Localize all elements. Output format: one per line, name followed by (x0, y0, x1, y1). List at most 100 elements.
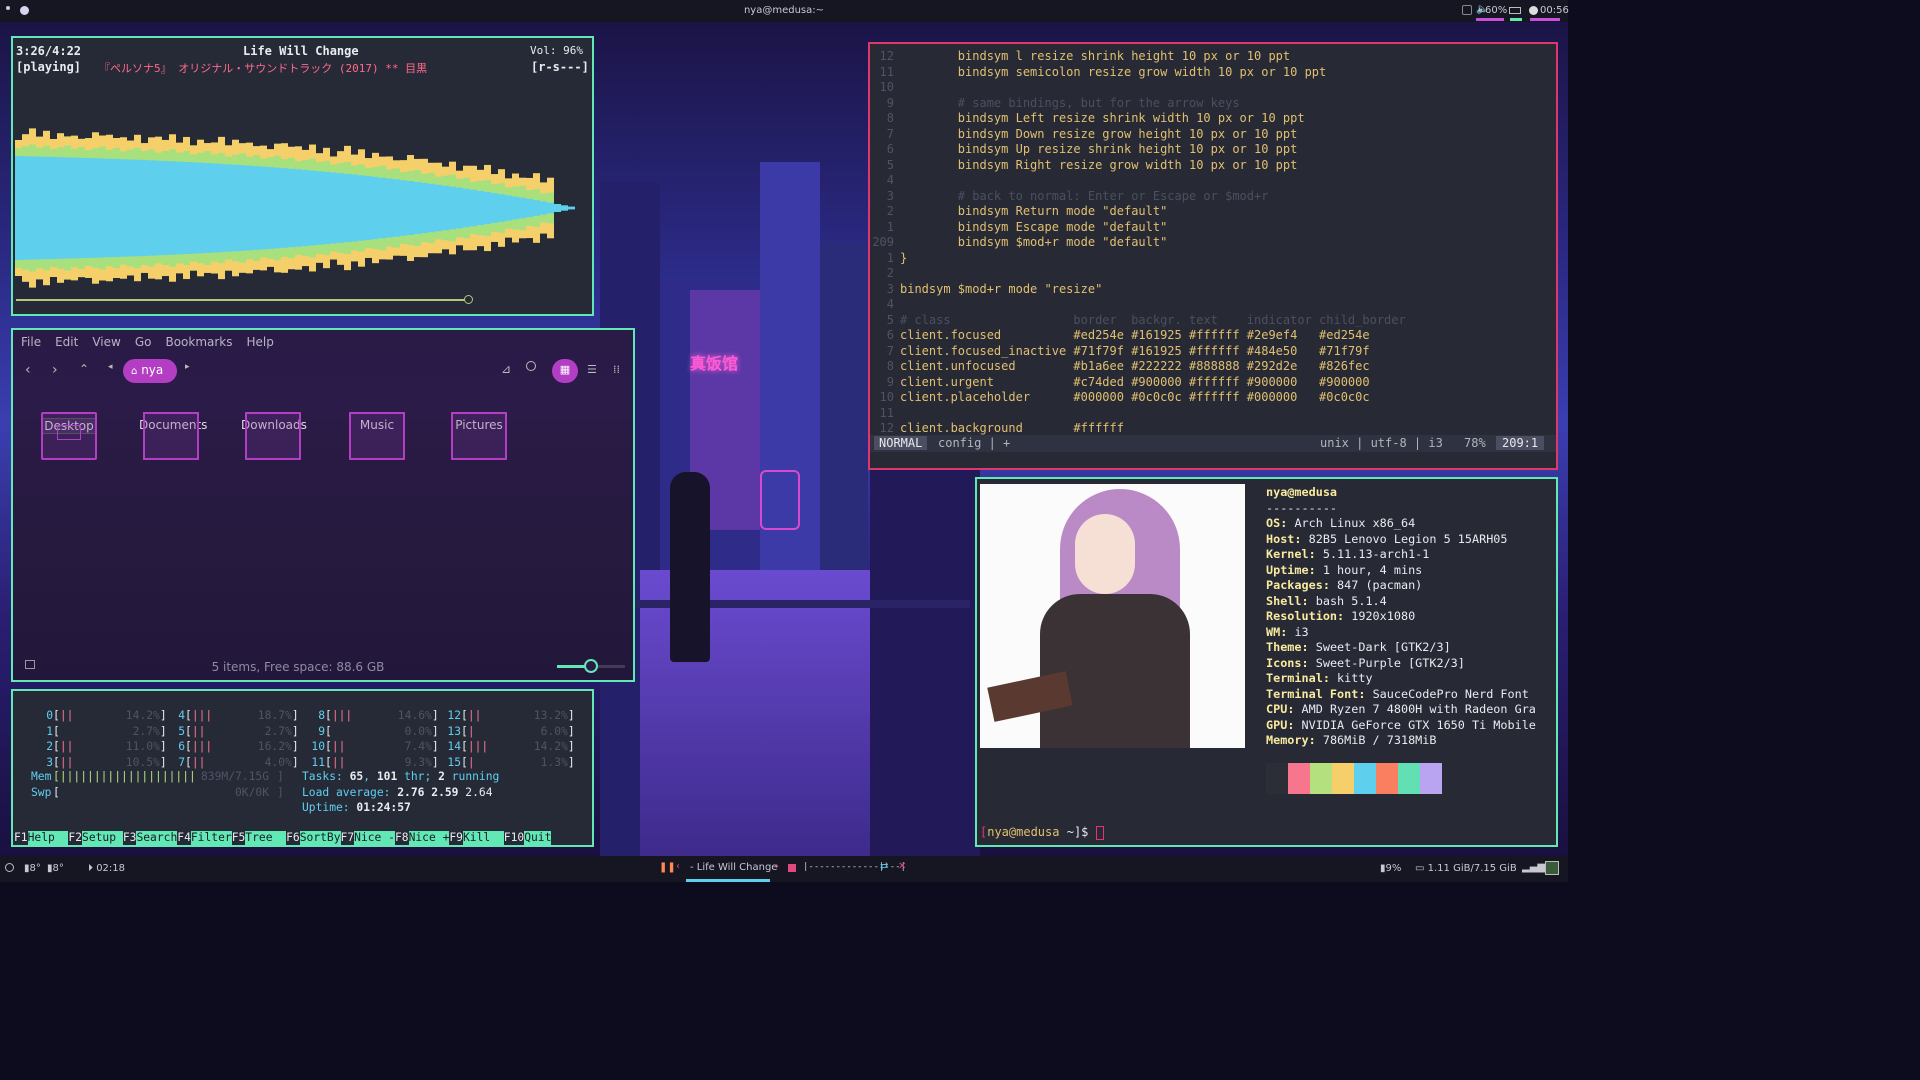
path-right-icon[interactable]: ▸ (185, 362, 190, 372)
info-row: CPU: AMD Ryzen 7 4800H with Radeon Gra (1266, 702, 1536, 716)
top-bar: nya@medusa:~ 🔈 60% 00:56 (0, 0, 1569, 22)
temp-a: ▮8° (24, 863, 41, 874)
folder-downloads[interactable]: Downloads (241, 412, 307, 460)
info-row: Host: 82B5 Lenovo Legion 5 15ARH05 (1266, 531, 1508, 546)
repeat-icon[interactable]: ⇄ (880, 861, 888, 872)
zoom-handle[interactable] (584, 659, 598, 673)
visualizer-bar (64, 157, 71, 259)
pause-icon[interactable]: ❚❚ (659, 862, 676, 873)
fkey-f4[interactable]: F4 Filter (177, 831, 232, 845)
power-icon[interactable] (5, 863, 14, 872)
cursor-position: 209:1 (1496, 436, 1545, 450)
fkey-f7[interactable]: F7 Nice - (341, 831, 395, 845)
visualizer-bar (400, 180, 407, 236)
list-view-icon[interactable]: ☰ (587, 363, 597, 376)
path-left-icon[interactable]: ◂ (108, 362, 113, 372)
visualizer-bar (512, 196, 519, 220)
visualizer-bar (22, 156, 29, 260)
bottom-bar: ▮8° ▮8° ⏵ 02:18 ❚❚ ‹ - Life Will Change … (0, 856, 1568, 882)
fkey-f2[interactable]: F2 Setup (68, 831, 123, 845)
fkey-f9[interactable]: F9 Kill (449, 831, 504, 845)
visualizer-bar (449, 186, 456, 230)
fkey-f3[interactable]: F3 Search (123, 831, 178, 845)
grid-view-icon[interactable]: ▦ (552, 359, 578, 383)
line-number: 10 (879, 80, 894, 94)
seek-handle[interactable] (464, 295, 473, 304)
htop-window[interactable]: 0[|| 14.2%] 1[2.7%] 2[|| 11.0%] 3[|| 10.5%] 4[|… (11, 689, 594, 847)
line-number: 7 (886, 126, 894, 141)
open-terminal-icon[interactable]: ⊿ (501, 362, 511, 376)
location-button[interactable]: ⌂ nya (123, 359, 177, 383)
fkey-f6[interactable]: F6 SortBy (286, 831, 341, 845)
line-number: 4 (886, 173, 894, 187)
fkey-f1[interactable]: F1 Help (14, 831, 69, 845)
info-row: Uptime: 1 hour, 4 mins (1266, 562, 1423, 577)
code-line: client.focused #ed254e #161925 #ffffff #… (900, 328, 1370, 342)
visualizer-bar (127, 159, 134, 257)
fkey-f5[interactable]: F5 Tree (232, 831, 287, 845)
menu-edit[interactable]: Edit (55, 335, 78, 349)
folder-pictures[interactable]: Pictures (451, 412, 507, 460)
folder-documents[interactable]: Documents (139, 412, 207, 460)
line-number: 2 (886, 266, 894, 280)
visualizer-bar (85, 158, 92, 258)
back-icon[interactable]: ‹ (25, 362, 31, 378)
visualizer-bar (15, 156, 22, 260)
visualizer-bar (463, 188, 470, 228)
cpu-meter: 13[| 6.0%] (447, 724, 575, 738)
color-palette (1266, 763, 1442, 794)
search-icon[interactable] (526, 361, 536, 371)
folder-music[interactable]: Music (349, 412, 405, 460)
menu-view[interactable]: View (92, 335, 120, 349)
visualizer-bar (421, 182, 428, 234)
home-icon: ⌂ (131, 366, 138, 377)
file-info: unix | utf-8 | i3 (1320, 436, 1443, 450)
cpu-meter: 1[2.7%] (46, 724, 167, 738)
code-line: } (900, 250, 908, 265)
visualizer-bar (407, 181, 414, 235)
next-icon[interactable]: › (775, 861, 779, 872)
menu-bar: File Edit View Go Bookmarks Help (21, 335, 274, 349)
volume-label: Vol: 96% (530, 44, 583, 57)
function-key-bar: F1 Help F2 Setup F3 Search F4 Filter F5 Tree F6… (14, 831, 592, 845)
menu-go[interactable]: Go (135, 335, 152, 349)
fkey-f8[interactable]: F8 Nice + (395, 831, 450, 845)
stop-icon[interactable] (788, 864, 796, 872)
info-row: Icons: Sweet-Purple [GTK2/3] (1266, 655, 1465, 670)
file-manager-window[interactable]: File Edit View Go Bookmarks Help ‹ › ⌃ ◂… (11, 328, 635, 682)
palette-swatch (1354, 763, 1376, 794)
palette-swatch (1288, 763, 1310, 794)
visualizer-bar (176, 161, 183, 255)
music-player-window[interactable]: 3:26/4:22 Life Will Change Vol: 96% [pla… (11, 36, 594, 316)
shuffle-icon[interactable]: ✕ (898, 861, 906, 872)
vim-editor-window[interactable]: 12 bindsym l resize shrink height 10 px … (868, 42, 1558, 470)
mem-bar: [|||||||||||||||||||| (53, 770, 196, 783)
visualizer-bar (169, 161, 176, 255)
fkey-f10[interactable]: F10 Quit (504, 831, 552, 845)
line-number: 7 (886, 343, 894, 358)
menu-bookmarks[interactable]: Bookmarks (165, 335, 232, 349)
visualizer-bar (253, 166, 260, 250)
tray-app-icon[interactable] (1545, 861, 1559, 875)
seek-bar[interactable] (16, 299, 471, 301)
line-number: 5 (886, 312, 894, 327)
shell-prompt[interactable]: [nya@medusa ~]$ (980, 825, 1104, 840)
menu-file[interactable]: File (21, 335, 41, 349)
line-number: 3 (886, 281, 894, 296)
visualizer-bar (309, 170, 316, 246)
visualizer-bar (190, 162, 197, 254)
info-row: GPU: NVIDIA GeForce GTX 1650 Ti Mobile (1266, 717, 1536, 732)
visualizer-bar (134, 159, 141, 257)
visualizer-bar (36, 156, 43, 260)
up-icon[interactable]: ⌃ (79, 362, 89, 376)
visualizer-bar (57, 157, 64, 259)
swap-label: Swp (31, 786, 52, 799)
menu-help[interactable]: Help (247, 335, 274, 349)
neofetch-terminal-window[interactable]: nya@medusa ---------- OS: Arch Linux x86… (975, 477, 1558, 847)
visualizer-bar (323, 171, 330, 245)
prev-icon[interactable]: ‹ (676, 861, 680, 872)
forward-icon[interactable]: › (52, 362, 58, 378)
compact-view-icon[interactable]: ⁞⁞ (613, 363, 620, 376)
folder-desktop[interactable]: Desktop (41, 412, 97, 460)
audio-visualizer (15, 128, 575, 288)
